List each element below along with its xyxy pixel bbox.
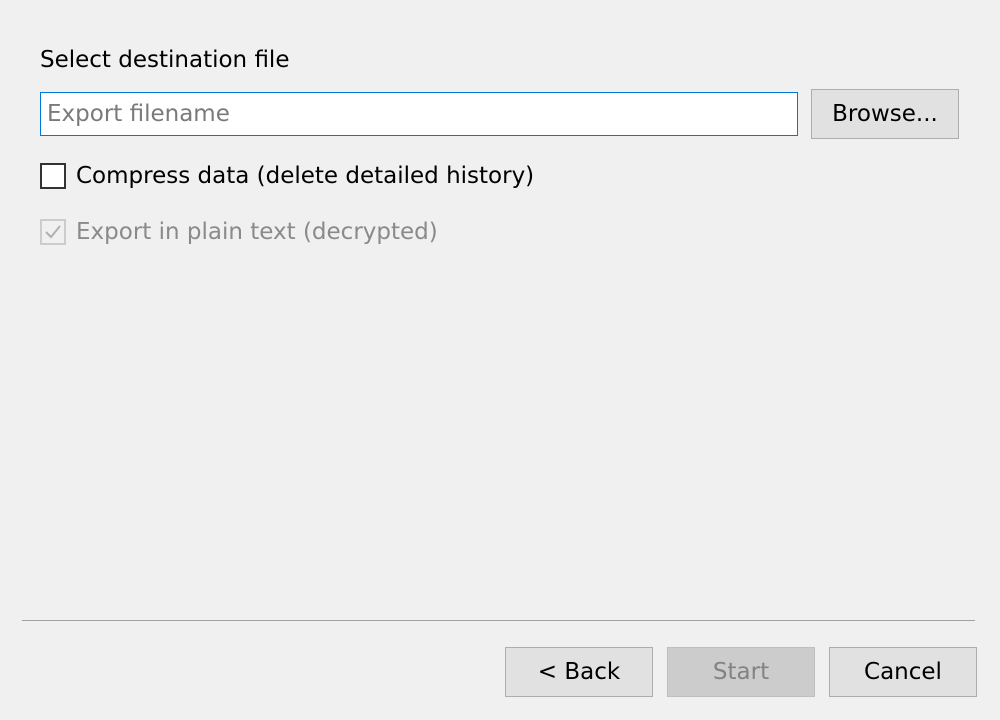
browse-button[interactable]: Browse... <box>811 89 959 139</box>
plain-text-option: Export in plain text (decrypted) <box>40 216 438 248</box>
cancel-button[interactable]: Cancel <box>829 647 977 697</box>
back-button[interactable]: < Back <box>505 647 653 697</box>
start-button: Start <box>667 647 815 697</box>
destination-file-label: Select destination file <box>40 47 290 73</box>
footer-separator <box>22 620 975 621</box>
export-dialog: Select destination file Browse... Compre… <box>0 0 1000 720</box>
plain-text-checkbox <box>40 219 66 245</box>
export-filename-input[interactable] <box>40 92 798 136</box>
plain-text-label: Export in plain text (decrypted) <box>76 219 438 245</box>
checkmark-icon <box>45 225 61 239</box>
compress-data-checkbox[interactable] <box>40 163 66 189</box>
compress-data-option[interactable]: Compress data (delete detailed history) <box>40 160 534 192</box>
compress-data-label: Compress data (delete detailed history) <box>76 163 535 189</box>
